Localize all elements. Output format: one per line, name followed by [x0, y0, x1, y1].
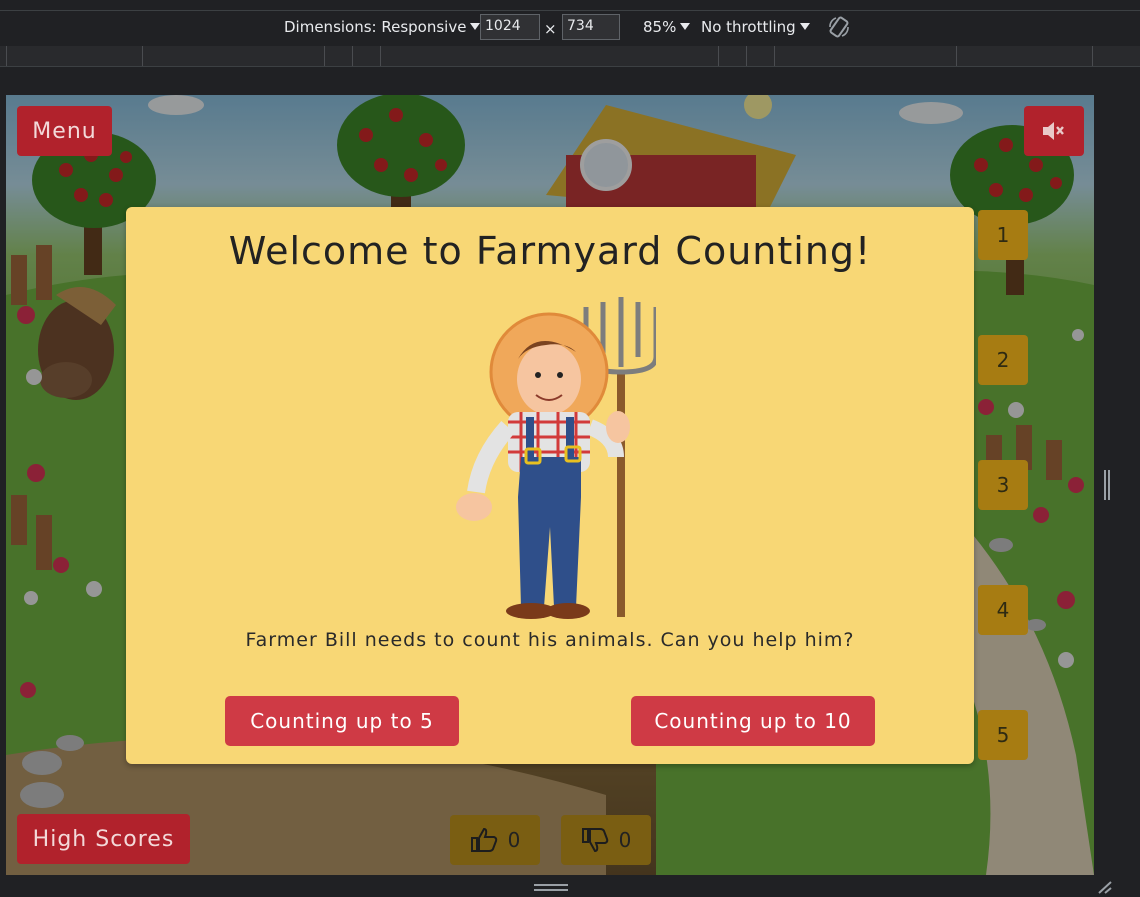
- dimensions-dropdown[interactable]: Dimensions: Responsive: [284, 18, 481, 36]
- mute-button[interactable]: [1024, 106, 1084, 156]
- times-sign: ×: [544, 20, 557, 38]
- ruler-gap: [0, 67, 1140, 95]
- height-input[interactable]: 734: [562, 14, 620, 40]
- chevron-down-icon: [470, 23, 481, 30]
- devtools-toolbar: Dimensions: Responsive 1024 × 734 85% No…: [0, 0, 1140, 47]
- device-ruler: [0, 46, 1140, 67]
- width-input[interactable]: 1024: [480, 14, 540, 40]
- zoom-dropdown[interactable]: 85%: [643, 18, 691, 36]
- dimensions-label: Dimensions: Responsive: [284, 18, 467, 36]
- chevron-down-icon: [799, 23, 810, 30]
- mute-icon: [1043, 122, 1064, 140]
- thumbs-down-score: 0: [561, 815, 651, 865]
- thumbs-down-icon: [581, 828, 608, 853]
- zoom-label: 85%: [643, 18, 677, 36]
- modal-title: Welcome to Farmyard Counting!: [228, 229, 872, 273]
- number-tile-5[interactable]: 5: [978, 710, 1028, 760]
- thumbs-up-count: 0: [507, 828, 521, 852]
- menu-button[interactable]: Menu: [17, 106, 112, 156]
- thumbs-down-count: 0: [618, 828, 632, 852]
- modal-text: Farmer Bill needs to count his animals. …: [245, 629, 855, 651]
- high-scores-button[interactable]: High Scores: [17, 814, 190, 864]
- number-tile-2[interactable]: 2: [978, 335, 1028, 385]
- chevron-down-icon: [680, 23, 691, 30]
- number-tile-3[interactable]: 3: [978, 460, 1028, 510]
- resize-handle-bottom[interactable]: [0, 875, 1140, 897]
- thumbs-up-icon: [470, 827, 497, 852]
- throttling-label: No throttling: [701, 18, 796, 36]
- rotate-icon[interactable]: [828, 15, 850, 43]
- resize-corner-icon[interactable]: [1097, 880, 1113, 894]
- toolbar-divider: [0, 10, 1140, 11]
- counting-up-to-10-button[interactable]: Counting up to 10: [631, 696, 875, 746]
- counting-up-to-5-button[interactable]: Counting up to 5: [225, 696, 459, 746]
- throttling-dropdown[interactable]: No throttling: [701, 18, 810, 36]
- thumbs-up-score: 0: [450, 815, 540, 865]
- welcome-modal: Welcome to Farmyard Counting! Farmer Bil…: [126, 207, 974, 764]
- resize-handle-right[interactable]: [1094, 95, 1120, 875]
- number-tile-4[interactable]: 4: [978, 585, 1028, 635]
- farmer-bill-illustration: [456, 297, 656, 619]
- number-tile-1[interactable]: 1: [978, 210, 1028, 260]
